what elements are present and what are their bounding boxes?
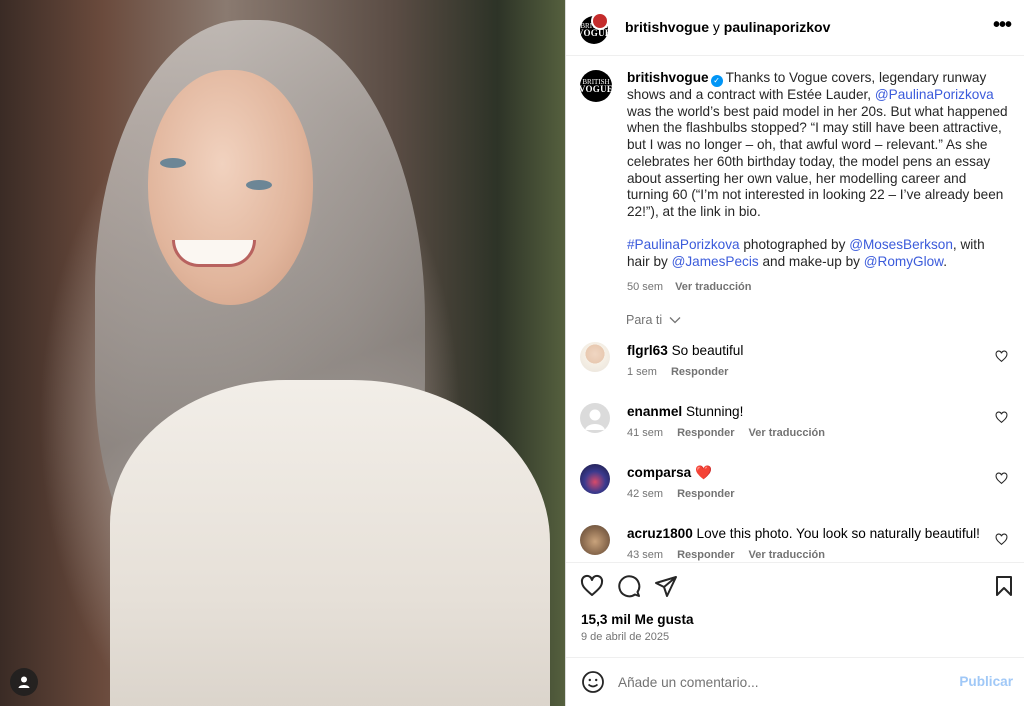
comments-filter[interactable]: Para ti xyxy=(626,313,681,327)
comment-heart-icon[interactable] xyxy=(995,411,1008,424)
caption-part: . xyxy=(943,254,948,270)
post-date: 9 de abril de 2025 xyxy=(581,631,670,643)
comment-text: comparsa ❤️ xyxy=(627,465,712,481)
photo-eye-left xyxy=(160,158,186,168)
photo-face-shape xyxy=(148,70,313,305)
comment-meta: 42 sem Responder xyxy=(627,488,735,500)
comment-meta: 1 sem Responder xyxy=(627,366,728,378)
caption-meta: 50 sem Ver traducción xyxy=(627,279,1010,296)
heart-icon[interactable] xyxy=(580,574,604,598)
comment-heart-icon[interactable] xyxy=(995,472,1008,485)
commenter-avatar[interactable] xyxy=(580,464,610,494)
caption-author[interactable]: britishvogue xyxy=(627,70,709,85)
reply-button[interactable]: Responder xyxy=(677,427,734,439)
post-header: BRITISH VOGUE britishvogue y paulinapori… xyxy=(566,0,1024,56)
author-link[interactable]: britishvogue xyxy=(625,19,709,35)
commenter-avatar[interactable] xyxy=(580,525,610,555)
coauthor-avatar[interactable] xyxy=(591,12,609,30)
default-avatar-icon xyxy=(585,409,605,430)
commenter-username[interactable]: acruz1800 xyxy=(627,526,693,541)
comment-time[interactable]: 42 sem xyxy=(627,488,663,500)
commenter-avatar[interactable] xyxy=(580,403,610,433)
comment-body: So beautiful xyxy=(671,343,744,358)
caption-time[interactable]: 50 sem xyxy=(627,281,663,293)
comment-time[interactable]: 43 sem xyxy=(627,549,663,561)
reply-button[interactable]: Responder xyxy=(677,488,734,500)
photo-sweater-shape xyxy=(110,380,550,706)
comment-heart-icon[interactable] xyxy=(995,533,1008,546)
hashtag-link[interactable]: #PaulinaPorizkova xyxy=(627,237,740,252)
verified-badge-icon: ✓ xyxy=(710,75,723,87)
mention-link[interactable]: @MosesBerkson xyxy=(849,237,953,252)
chevron-down-icon xyxy=(669,317,681,324)
commenter-avatar[interactable] xyxy=(580,342,610,372)
comment-meta: 43 sem Responder Ver traducción xyxy=(627,549,825,561)
commenter-username[interactable]: enanmel xyxy=(627,404,682,419)
post-photo[interactable] xyxy=(0,0,565,706)
comment-time[interactable]: 41 sem xyxy=(627,427,663,439)
bookmark-icon[interactable] xyxy=(992,574,1016,598)
comment-input[interactable] xyxy=(618,672,938,692)
avatar-text-bottom: VOGUE xyxy=(576,28,612,38)
comment-meta: 41 sem Responder Ver traducción xyxy=(627,427,825,439)
user-tag-icon[interactable] xyxy=(10,668,38,696)
mention-link[interactable]: @JamesPecis xyxy=(672,254,759,269)
comment-heart-icon[interactable] xyxy=(995,350,1008,363)
caption-translate[interactable]: Ver traducción xyxy=(675,281,751,293)
reply-button[interactable]: Responder xyxy=(671,366,728,378)
comment-body: Love this photo. You look so naturally b… xyxy=(696,526,980,541)
comment-item: enanmel Stunning! 41 sem Responder Ver tra… xyxy=(580,403,1012,453)
comment-icon[interactable] xyxy=(617,574,641,598)
comment-item: flgrl63 So beautiful 1 sem Responder xyxy=(580,342,1012,392)
translate-button[interactable]: Ver traducción xyxy=(749,549,825,561)
comment-text: flgrl63 So beautiful xyxy=(627,343,743,358)
mention-link[interactable]: @RomyGlow xyxy=(864,254,944,269)
authors-joiner: y xyxy=(712,19,720,35)
share-icon[interactable] xyxy=(654,574,678,598)
publish-button[interactable]: Publicar xyxy=(959,674,1013,689)
comment-text: acruz1800 Love this photo. You look so n… xyxy=(627,526,980,541)
caption-text: britishvogue ✓ Thanks to Vogue covers, leg… xyxy=(627,70,1010,295)
emoji-icon[interactable] xyxy=(581,670,605,694)
comment-time[interactable]: 1 sem xyxy=(627,366,657,378)
post-sidebar: BRITISH VOGUE britishvogue y paulinapori… xyxy=(565,0,1024,706)
avatar-text-bottom: VOGUE xyxy=(578,84,614,94)
comment-body: Stunning! xyxy=(685,404,744,419)
mention-link[interactable]: @PaulinaPorizkova xyxy=(875,87,994,102)
comment-composer: Publicar xyxy=(566,657,1024,706)
comment-text: enanmel Stunning! xyxy=(627,404,743,419)
photo-eye-right xyxy=(246,180,272,190)
post-actions: 15,3 mil Me gusta 9 de abril de 2025 xyxy=(566,562,1024,657)
comment-body: ❤️ xyxy=(695,465,712,480)
post-authors: britishvogue y paulinaporizkov xyxy=(625,19,830,35)
reply-button[interactable]: Responder xyxy=(677,549,734,561)
caption-part: was the world’s best paid model in her 2… xyxy=(627,103,1008,219)
more-icon[interactable]: ••• xyxy=(993,14,1012,37)
coauthor-link[interactable]: paulinaporizkov xyxy=(724,19,831,35)
caption-avatar[interactable]: BRITISH VOGUE xyxy=(578,70,614,102)
caption-part: photographed by xyxy=(739,237,850,253)
commenter-username[interactable]: comparsa xyxy=(627,465,691,480)
commenter-username[interactable]: flgrl63 xyxy=(627,343,668,358)
comment-item: comparsa ❤️ 42 sem Responder xyxy=(580,464,1012,514)
translate-button[interactable]: Ver traducción xyxy=(749,427,825,439)
comments-filter-label: Para ti xyxy=(626,313,663,327)
likes-count[interactable]: 15,3 mil Me gusta xyxy=(581,612,694,627)
caption-part: and make-up by xyxy=(758,254,864,270)
